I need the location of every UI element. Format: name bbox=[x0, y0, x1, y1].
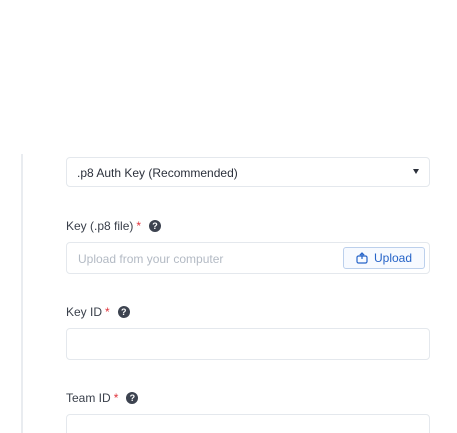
upload-button-label: Upload bbox=[373, 251, 413, 265]
caret-down-icon bbox=[413, 169, 419, 174]
key-file-placeholder: Upload from your computer bbox=[78, 252, 224, 266]
auth-type-select-value: .p8 Auth Key (Recommended) bbox=[77, 166, 238, 180]
key-file-label-row: Key (.p8 file) * ? bbox=[66, 218, 162, 234]
required-marker: * bbox=[136, 219, 142, 233]
upload-button[interactable]: Upload bbox=[343, 247, 425, 269]
required-marker: * bbox=[105, 305, 110, 319]
key-file-field[interactable]: Upload from your computer Upload bbox=[66, 242, 430, 274]
team-id-label: Team ID bbox=[66, 391, 111, 405]
required-marker: * bbox=[113, 391, 119, 405]
key-id-label-row: Key ID * ? bbox=[66, 304, 130, 320]
key-file-label: Key (.p8 file) bbox=[66, 219, 134, 233]
team-id-field[interactable] bbox=[66, 414, 430, 433]
key-id-label: Key ID bbox=[66, 305, 103, 319]
question-icon[interactable]: ? bbox=[117, 306, 130, 318]
auth-type-select[interactable]: .p8 Auth Key (Recommended) bbox=[66, 157, 430, 187]
key-id-field[interactable] bbox=[66, 328, 430, 360]
form-page: .p8 Auth Key (Recommended) Key (.p8 file… bbox=[0, 0, 457, 433]
question-icon[interactable]: ? bbox=[126, 392, 139, 404]
upload-icon bbox=[356, 252, 368, 264]
team-id-label-row: Team ID * ? bbox=[66, 390, 139, 406]
section-divider bbox=[21, 154, 23, 433]
question-icon[interactable]: ? bbox=[149, 220, 162, 232]
